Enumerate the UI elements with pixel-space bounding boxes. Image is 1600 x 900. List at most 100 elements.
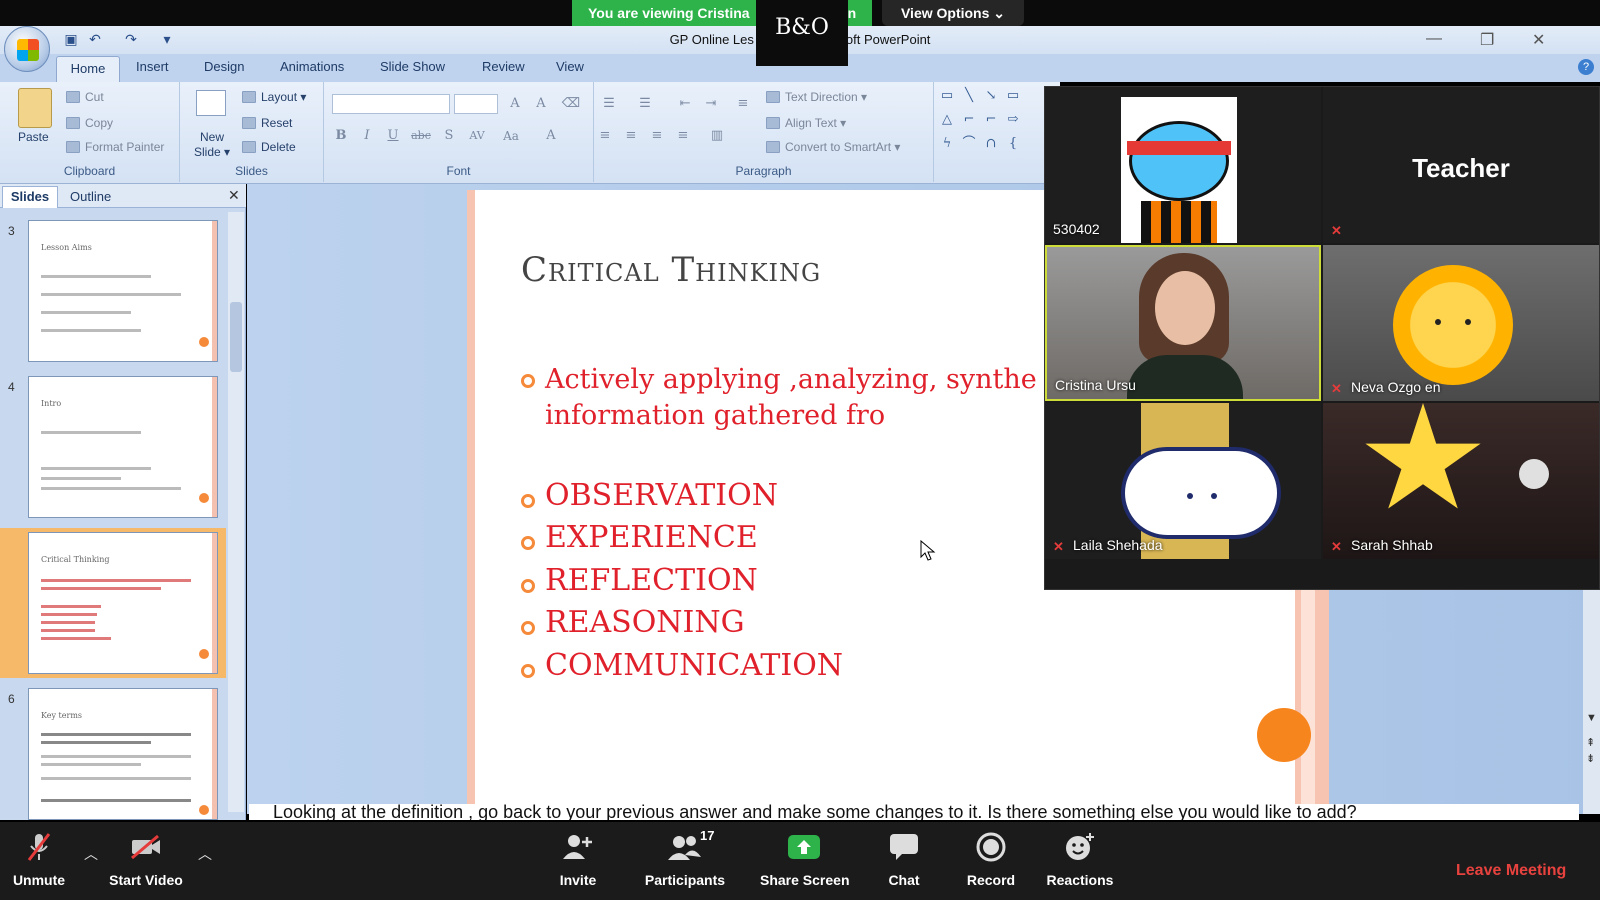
video-tile[interactable]: ✕ Neva Ozgo en [1323, 245, 1599, 401]
char-spacing-icon[interactable]: AV [466, 126, 488, 146]
new-slide-icon[interactable] [196, 90, 226, 116]
tab-home[interactable]: Home [56, 56, 120, 82]
video-tile-active-speaker[interactable]: Cristina Ursu [1045, 245, 1321, 401]
chat-button[interactable]: Chat [880, 830, 928, 888]
next-slide-icon[interactable]: ⇟ [1586, 752, 1595, 765]
shape-rect-icon[interactable]: ▭ [1002, 86, 1024, 106]
new-slide-label-1[interactable]: New [200, 130, 224, 144]
video-tile[interactable]: 530402 [1045, 87, 1321, 243]
tab-outline[interactable]: Outline [70, 189, 111, 204]
bold-icon[interactable]: B [330, 126, 352, 146]
align-center-icon[interactable]: ≡ [620, 126, 642, 146]
underline-icon[interactable]: U [382, 126, 404, 146]
start-video-button[interactable]: Start Video [106, 830, 186, 888]
cut-button[interactable]: Cut [66, 90, 104, 104]
video-tile[interactable]: ✕ Sarah Shhab [1323, 403, 1599, 559]
format-painter-button[interactable]: Format Painter [66, 140, 164, 154]
notes-pane[interactable]: Looking at the definition , go back to y… [249, 804, 1579, 820]
undo-icon[interactable]: ↶ [86, 30, 104, 48]
decrease-indent-icon[interactable]: ⇤ [674, 94, 696, 114]
shape-connector-icon[interactable]: ⌐ [958, 110, 980, 130]
slide-thumbnail[interactable]: Key terms [28, 688, 218, 820]
save-icon[interactable]: ▣ [62, 30, 80, 48]
redo-icon[interactable]: ↷ [122, 30, 140, 48]
new-slide-label-2[interactable]: Slide ▾ [194, 145, 230, 159]
grow-font-icon[interactable]: A [504, 94, 526, 114]
shadow-icon[interactable]: S [438, 126, 460, 146]
convert-smartart-button[interactable]: Convert to SmartArt ▾ [766, 140, 900, 154]
font-name-combo[interactable] [332, 94, 450, 114]
shape-elbow-icon[interactable]: ⌐ [980, 110, 1002, 130]
shape-brace-icon[interactable]: { [1002, 134, 1024, 154]
slide-thumbnail-active[interactable]: Critical Thinking [28, 532, 218, 674]
participant-name: Sarah Shhab [1351, 537, 1433, 553]
reset-button[interactable]: Reset [242, 116, 292, 130]
clear-format-icon[interactable]: ⌫ [560, 94, 582, 114]
shrink-font-icon[interactable]: A [530, 94, 552, 114]
participants-button[interactable]: 17 Participants [640, 828, 730, 888]
text-direction-button[interactable]: Text Direction ▾ [766, 90, 867, 104]
reactions-button[interactable]: Reactions [1040, 830, 1120, 888]
font-size-combo[interactable] [454, 94, 498, 114]
prev-slide-icon[interactable]: ⇞ [1586, 736, 1595, 749]
align-right-icon[interactable]: ≡ [646, 126, 668, 146]
align-text-button[interactable]: Align Text ▾ [766, 116, 846, 130]
pane-tabs: Slides Outline ✕ [0, 184, 246, 208]
minimize-button[interactable]: — [1426, 30, 1442, 48]
shape-line-icon[interactable]: ╲ [958, 86, 980, 106]
audio-options-caret[interactable]: ︿ [84, 844, 98, 864]
thumb-dot [199, 337, 209, 347]
video-tile[interactable]: Teacher ✕ [1323, 87, 1599, 243]
leave-meeting-button[interactable]: Leave Meeting [1456, 862, 1566, 880]
tab-insert[interactable]: Insert [136, 59, 169, 74]
close-pane-icon[interactable]: ✕ [228, 187, 240, 204]
justify-icon[interactable]: ≡ [672, 126, 694, 146]
shape-arrow-icon[interactable]: ↘ [980, 86, 1002, 106]
pane-scroll-thumb[interactable] [230, 302, 242, 372]
customize-qat-icon[interactable]: ▾ [158, 30, 176, 48]
strikethrough-icon[interactable]: abc [410, 126, 432, 146]
shape-arc-icon[interactable]: ⌒ [958, 134, 980, 154]
copy-button[interactable]: Copy [66, 116, 113, 130]
tab-view[interactable]: View [556, 59, 584, 74]
columns-icon[interactable]: ▥ [706, 126, 728, 146]
delete-button[interactable]: Delete [242, 140, 296, 154]
tab-design[interactable]: Design [204, 59, 244, 74]
video-tile[interactable]: ✕ Laila Shehada [1045, 403, 1321, 559]
tab-slides[interactable]: Slides [2, 186, 58, 208]
scroll-down-icon[interactable]: ▼ [1586, 712, 1597, 724]
layout-button[interactable]: Layout ▾ [242, 90, 306, 104]
help-icon[interactable]: ? [1578, 59, 1594, 75]
slide-thumbnail[interactable]: Lesson Aims [28, 220, 218, 362]
align-left-icon[interactable]: ≡ [594, 126, 616, 146]
video-options-caret[interactable]: ︿ [198, 844, 212, 864]
shape-curve-icon[interactable]: ∩ [980, 134, 1002, 154]
record-button[interactable]: Record [960, 830, 1022, 888]
change-case-icon[interactable]: Aa [500, 126, 522, 146]
unmute-button[interactable]: Unmute [6, 830, 72, 888]
pane-scrollbar[interactable] [228, 212, 244, 812]
italic-icon[interactable]: I [356, 126, 378, 146]
bullets-icon[interactable]: ☰ [598, 94, 620, 114]
share-screen-button[interactable]: Share Screen [760, 830, 850, 888]
increase-indent-icon[interactable]: ⇥ [700, 94, 722, 114]
restore-button[interactable]: ❐ [1480, 30, 1494, 50]
tab-review[interactable]: Review [482, 59, 525, 74]
scissors-icon [66, 91, 80, 103]
slide-thumbnail[interactable]: Intro [28, 376, 218, 518]
shape-triangle-icon[interactable]: △ [936, 110, 958, 130]
font-color-icon[interactable]: A [540, 126, 562, 146]
view-options-button[interactable]: View Options ⌄ [882, 0, 1024, 26]
numbering-icon[interactable]: ☰ [634, 94, 656, 114]
shape-bolt-icon[interactable]: ϟ [936, 134, 958, 154]
close-button[interactable]: ✕ [1532, 30, 1545, 50]
shape-right-arrow-icon[interactable]: ⇨ [1002, 110, 1024, 130]
tab-animations[interactable]: Animations [280, 59, 344, 74]
line-spacing-icon[interactable]: ≡ [732, 94, 754, 114]
paste-button[interactable]: Paste [18, 130, 49, 144]
office-button[interactable] [4, 26, 50, 72]
tab-slide-show[interactable]: Slide Show [380, 59, 445, 74]
shape-textbox-icon[interactable]: ▭ [936, 86, 958, 106]
invite-button[interactable]: Invite [548, 830, 608, 888]
paste-icon[interactable] [18, 88, 52, 128]
